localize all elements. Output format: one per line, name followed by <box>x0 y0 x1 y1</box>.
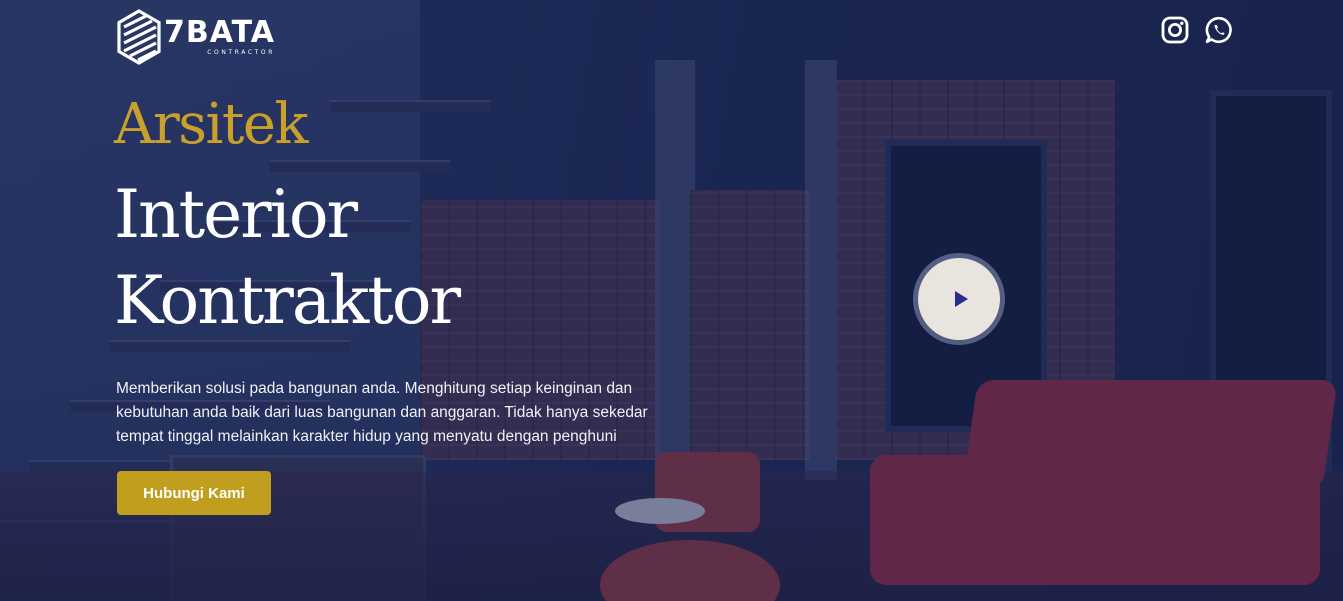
instagram-icon[interactable] <box>1160 15 1190 45</box>
hero-title-kontraktor: Kontraktor <box>114 262 461 339</box>
hero-title-arsitek: Arsitek <box>114 92 308 157</box>
hero-section: 7BATA CONTRACTOR Arsitek Interior Kontra… <box>0 0 1343 601</box>
whatsapp-icon[interactable] <box>1204 15 1234 45</box>
contact-us-button[interactable]: Hubungi Kami <box>117 471 271 515</box>
logo-mark-icon <box>117 9 161 65</box>
hero-description: Memberikan solusi pada bangunan anda. Me… <box>116 379 648 445</box>
brand-tagline: CONTRACTOR <box>207 49 275 56</box>
brand-logo[interactable]: 7BATA CONTRACTOR <box>116 8 275 66</box>
play-icon <box>954 291 968 307</box>
brand-name: 7BATA <box>164 15 275 50</box>
social-links <box>1160 15 1234 45</box>
play-video-button[interactable] <box>918 258 1000 340</box>
hero-title-interior: Interior <box>114 176 358 253</box>
